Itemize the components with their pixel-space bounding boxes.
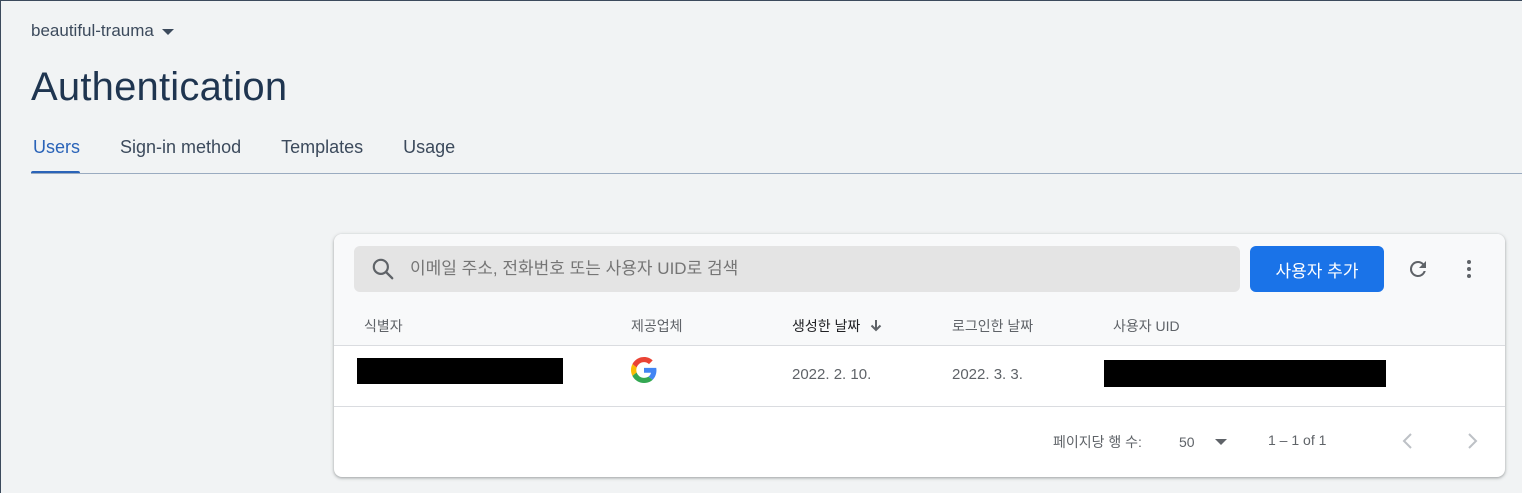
tab-usage[interactable]: Usage [383,129,475,173]
next-page-button[interactable] [1458,427,1486,455]
column-header-created[interactable]: 생성한 날짜 [792,316,884,336]
page-title: Authentication [31,65,288,109]
chevron-right-icon [1468,433,1478,449]
arrow-down-icon [871,320,882,332]
users-card: 사용자 추가 식별자 제공업체 생성한 날짜 로그인한 [334,234,1505,477]
google-icon [631,357,657,383]
table-row[interactable]: 2022. 2. 10. 2022. 3. 3. [334,346,1505,407]
column-header-signed-in: 로그인한 날짜 [952,318,1034,334]
search-box[interactable] [354,246,1240,292]
pagination-range: 1 – 1 of 1 [1268,432,1327,448]
column-header-provider: 제공업체 [631,318,683,334]
refresh-icon [1409,260,1426,277]
chevron-left-icon [1402,433,1412,449]
tab-divider [31,173,1522,174]
refresh-button[interactable] [1403,254,1433,284]
project-selector[interactable]: beautiful-trauma [31,21,174,41]
search-icon [372,258,394,280]
redacted-identifier [357,358,563,384]
rows-per-page-value: 50 [1179,434,1195,450]
more-vert-icon [1467,260,1471,278]
column-header-uid: 사용자 UID [1113,318,1180,334]
tab-templates[interactable]: Templates [261,129,383,173]
pagination-footer: 페이지당 행 수: 50 1 – 1 of 1 [334,407,1505,477]
tab-users[interactable]: Users [31,129,100,174]
redacted-uid [1104,360,1386,387]
add-user-button[interactable]: 사용자 추가 [1250,246,1384,292]
caret-down-icon [1214,439,1227,445]
table-header: 식별자 제공업체 생성한 날짜 로그인한 날짜 사용자 UID [334,310,1505,346]
rows-per-page-label: 페이지당 행 수: [1053,434,1142,450]
created-date: 2022. 2. 10. [792,366,872,383]
tab-sign-in-method[interactable]: Sign-in method [100,129,261,173]
signed-in-date: 2022. 3. 3. [952,366,1023,383]
search-input[interactable] [408,248,1240,290]
tab-bar: Users Sign-in method Templates Usage [31,129,1522,174]
more-options-button[interactable] [1454,254,1484,284]
previous-page-button[interactable] [1394,427,1422,455]
column-header-identifier: 식별자 [364,318,403,334]
project-name: beautiful-trauma [31,21,154,40]
rows-per-page-select[interactable]: 50 [1179,427,1227,457]
caret-down-icon [161,29,174,35]
users-toolbar: 사용자 추가 [334,234,1505,310]
